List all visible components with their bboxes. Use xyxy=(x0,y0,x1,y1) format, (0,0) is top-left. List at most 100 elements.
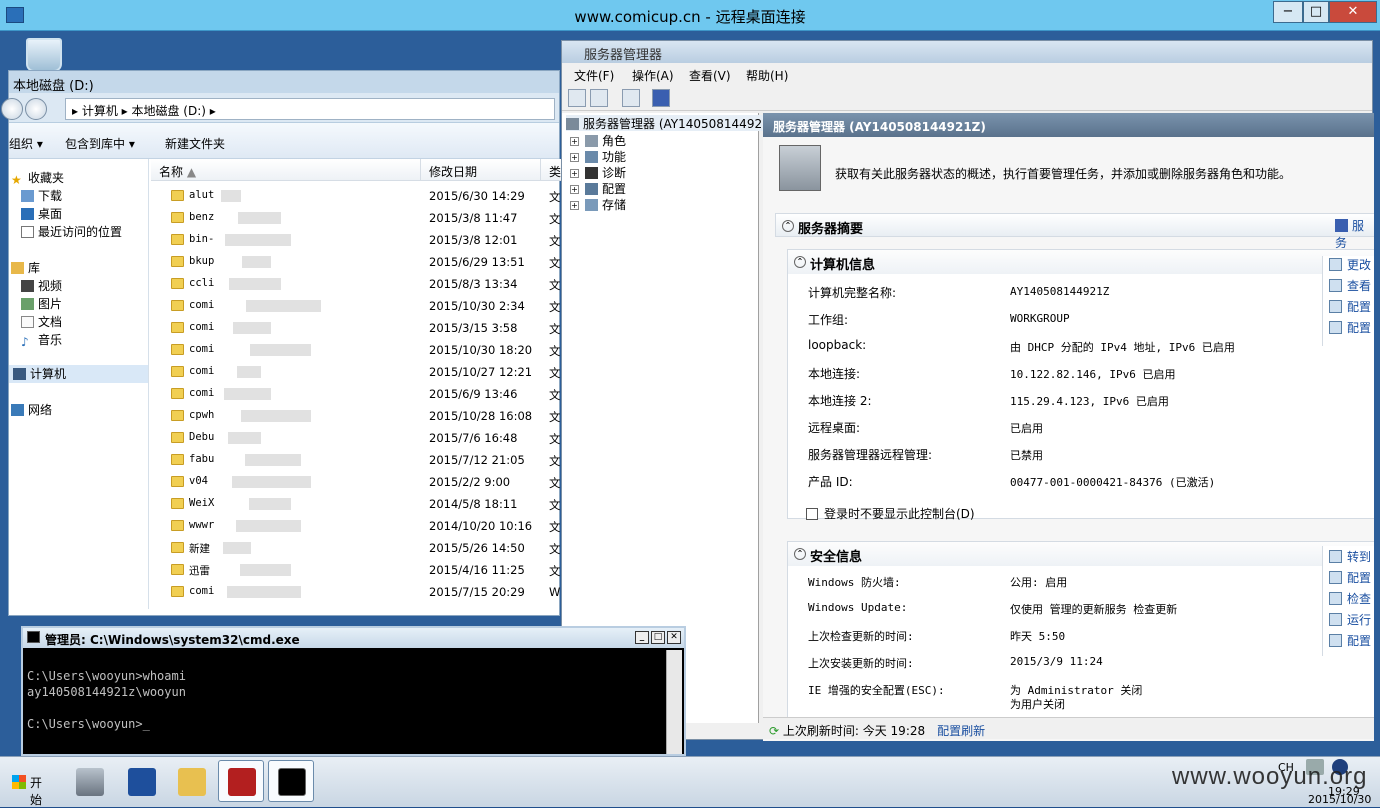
file-row[interactable]: v04 2015/2/2 9:00 文 xyxy=(151,471,561,493)
cmd-maximize-button[interactable]: □ xyxy=(651,631,665,644)
action-icon xyxy=(1329,613,1342,626)
file-row[interactable]: comi 2015/3/15 3:58 文 xyxy=(151,317,561,339)
cmd-window[interactable]: 管理员: C:\Windows\system32\cmd.exe _ □ ✕ C… xyxy=(21,626,686,756)
nav-documents[interactable]: 文档 xyxy=(21,313,62,331)
menu-file[interactable]: 文件(F) xyxy=(574,67,614,84)
file-row[interactable]: 新建 2015/5/26 14:50 文 xyxy=(151,537,561,559)
file-row[interactable]: comi 2015/7/15 20:29 Wi xyxy=(151,581,561,603)
file-row[interactable]: fabu 2015/7/12 21:05 文 xyxy=(151,449,561,471)
action-view[interactable]: 查看 xyxy=(1329,277,1371,294)
action-run[interactable]: 运行 xyxy=(1329,611,1371,628)
action-goto[interactable]: 转到 xyxy=(1329,548,1371,565)
collapse-icon[interactable]: ⌃ xyxy=(794,548,806,560)
computer-info-header[interactable]: ⌃ 计算机信息 xyxy=(788,250,1374,274)
nav-recent[interactable]: 最近访问的位置 xyxy=(21,223,122,241)
menu-help[interactable]: 帮助(H) xyxy=(746,67,788,84)
back-arrow-icon[interactable] xyxy=(568,89,586,107)
forward-arrow-icon[interactable] xyxy=(590,89,608,107)
action-check[interactable]: 检查 xyxy=(1329,590,1371,607)
expand-icon[interactable]: + xyxy=(570,153,579,162)
refresh-icon: ⟳ xyxy=(769,724,783,738)
nav-videos[interactable]: 视频 xyxy=(21,277,62,295)
taskbar-server-manager[interactable] xyxy=(66,760,112,802)
file-row[interactable]: bkup 2015/6/29 13:51 文 xyxy=(151,251,561,273)
column-type[interactable]: 类 xyxy=(541,159,561,181)
tree-roles[interactable]: + 角色 xyxy=(570,132,626,148)
cmd-scrollbar[interactable] xyxy=(666,650,682,754)
console-tree-icon[interactable] xyxy=(622,89,640,107)
tree-root[interactable]: 服务器管理器 (AY140508144921 xyxy=(566,115,770,131)
breadcrumb[interactable]: ▸ 计算机 ▸ 本地磁盘 (D:) ▸ xyxy=(65,98,555,120)
tree-features[interactable]: + 功能 xyxy=(570,148,626,164)
organize-button[interactable]: 组织 ▾ xyxy=(9,135,43,152)
new-folder-button[interactable]: 新建文件夹 xyxy=(165,135,225,152)
file-row[interactable]: WeiX 2014/5/8 18:11 文 xyxy=(151,493,561,515)
checkbox-icon[interactable] xyxy=(806,508,818,520)
file-row[interactable]: Debu 2015/7/6 16:48 文 xyxy=(151,427,561,449)
tree-storage[interactable]: + 存储 xyxy=(570,196,626,212)
recycle-bin-icon[interactable] xyxy=(26,38,62,72)
nav-downloads[interactable]: 下载 xyxy=(21,187,62,205)
file-row[interactable]: comi 2015/10/30 2:34 文 xyxy=(151,295,561,317)
action-config-4[interactable]: 配置 xyxy=(1329,632,1371,649)
redaction-blur xyxy=(245,454,301,466)
taskbar-explorer[interactable] xyxy=(168,760,214,802)
menu-action[interactable]: 操作(A) xyxy=(632,67,674,84)
column-modified[interactable]: 修改日期 xyxy=(421,159,541,181)
start-button[interactable]: 开始 xyxy=(6,765,58,807)
collapse-icon[interactable]: ⌃ xyxy=(794,256,806,268)
nav-network[interactable]: 网络 xyxy=(11,401,52,419)
include-library-button[interactable]: 包含到库中 ▾ xyxy=(65,135,135,152)
nav-libraries[interactable]: 库 xyxy=(11,259,40,277)
taskbar-filezilla[interactable] xyxy=(218,760,264,802)
taskbar-powershell[interactable] xyxy=(118,760,164,802)
rdp-close-button[interactable]: ✕ xyxy=(1329,1,1377,23)
file-row[interactable]: 迅雷 2015/4/16 11:25 文 xyxy=(151,559,561,581)
file-row[interactable]: ccli 2015/8/3 13:34 文 xyxy=(151,273,561,295)
file-row[interactable]: comi 2015/6/9 13:46 文 xyxy=(151,383,561,405)
menu-bar: 文件(F) 操作(A) 查看(V) 帮助(H) xyxy=(562,63,1372,85)
nav-pictures[interactable]: 图片 xyxy=(21,295,62,313)
rdp-minimize-button[interactable]: − xyxy=(1273,1,1303,23)
summary-header[interactable]: ⌃ 服务器摘要 xyxy=(775,213,1374,237)
cmd-output[interactable]: C:\Users\wooyun>whoami ay140508144921z\w… xyxy=(27,652,663,756)
expand-icon[interactable]: + xyxy=(570,201,579,210)
nav-desktop[interactable]: 桌面 xyxy=(21,205,62,223)
hide-console-checkbox[interactable]: 登录时不要显示此控制台(D) xyxy=(806,505,975,522)
picture-icon xyxy=(21,298,34,310)
file-row[interactable]: comi 2015/10/30 18:20 文 xyxy=(151,339,561,361)
cmd-minimize-button[interactable]: _ xyxy=(635,631,649,644)
file-row[interactable]: wwwr 2014/10/20 10:16 文 xyxy=(151,515,561,537)
security-info-header[interactable]: ⌃ 安全信息 xyxy=(788,542,1374,566)
clock-date[interactable]: 2015/10/30 xyxy=(1308,793,1371,806)
action-change[interactable]: 更改 xyxy=(1329,256,1371,273)
tree-diagnostics[interactable]: + 诊断 xyxy=(570,164,626,180)
nav-favorites[interactable]: ★ 收藏夹 xyxy=(11,169,64,187)
action-config-3[interactable]: 配置 xyxy=(1329,569,1371,586)
menu-view[interactable]: 查看(V) xyxy=(689,67,731,84)
collapse-icon[interactable]: ⌃ xyxy=(782,220,794,232)
nav-music[interactable]: ♪ 音乐 xyxy=(21,331,62,349)
summary-help-link[interactable]: 服务 xyxy=(1335,217,1374,251)
column-name[interactable]: 名称 ▲ xyxy=(151,159,421,181)
help-icon[interactable] xyxy=(652,89,670,107)
cmd-close-button[interactable]: ✕ xyxy=(667,631,681,644)
file-row[interactable]: bin- 2015/3/8 12:01 文 xyxy=(151,229,561,251)
action-config-1[interactable]: 配置 xyxy=(1329,298,1371,315)
expand-icon[interactable]: + xyxy=(570,185,579,194)
tree-configuration[interactable]: + 配置 xyxy=(570,180,626,196)
rdp-maximize-button[interactable]: □ xyxy=(1303,1,1329,23)
file-row[interactable]: alut 2015/6/30 14:29 文 xyxy=(151,185,561,207)
forward-icon[interactable] xyxy=(25,98,47,120)
file-name: bkup xyxy=(189,255,215,267)
action-config-2[interactable]: 配置 xyxy=(1329,319,1371,336)
file-row[interactable]: benz 2015/3/8 11:47 文 xyxy=(151,207,561,229)
taskbar-cmd[interactable] xyxy=(268,760,314,802)
expand-icon[interactable]: + xyxy=(570,137,579,146)
back-icon[interactable] xyxy=(1,98,23,120)
file-row[interactable]: cpwh 2015/10/28 16:08 文 xyxy=(151,405,561,427)
expand-icon[interactable]: + xyxy=(570,169,579,178)
nav-computer[interactable]: 计算机 xyxy=(9,365,148,383)
configure-refresh-link[interactable]: 配置刷新 xyxy=(937,724,985,738)
file-row[interactable]: comi 2015/10/27 12:21 文 xyxy=(151,361,561,383)
